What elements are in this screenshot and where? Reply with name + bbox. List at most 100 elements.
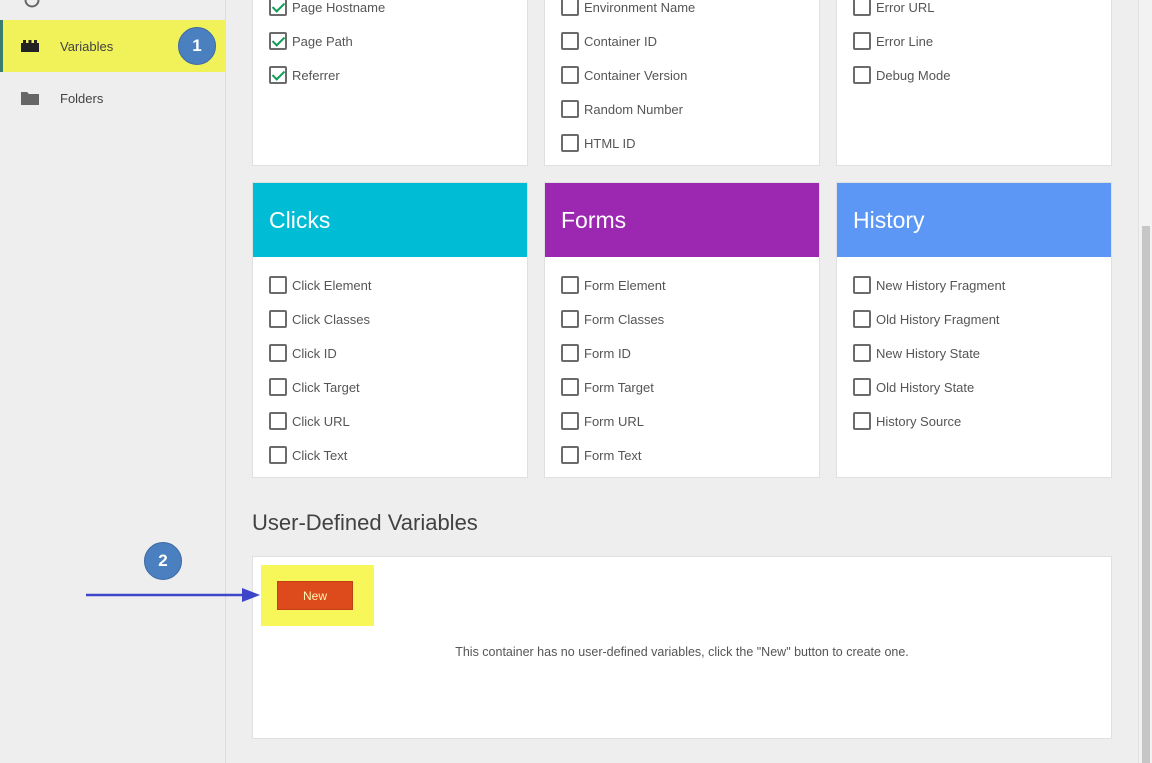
checkbox[interactable] xyxy=(561,0,579,16)
sidebar-item-label: Variables xyxy=(60,38,114,54)
card-page-variables: Page Hostname Page Path Referrer xyxy=(252,0,528,166)
checkbox-row[interactable]: Error URL xyxy=(853,0,935,17)
checkbox[interactable] xyxy=(561,446,579,464)
checkbox-label: Form URL xyxy=(584,413,644,429)
checkbox-label: Error URL xyxy=(876,0,935,15)
checkbox[interactable] xyxy=(561,100,579,118)
checkbox-label: Page Hostname xyxy=(292,0,386,15)
checkbox-label: Debug Mode xyxy=(876,67,951,83)
checkbox-label: Click Classes xyxy=(292,311,371,327)
checkbox-row[interactable]: Old History State xyxy=(853,377,974,397)
checkbox-row[interactable]: Form Target xyxy=(561,377,654,397)
checkbox-label: HTML ID xyxy=(584,135,636,151)
checkbox[interactable] xyxy=(853,344,871,362)
checkbox[interactable] xyxy=(561,412,579,430)
checkbox[interactable] xyxy=(269,310,287,328)
checkbox-row[interactable]: Click Classes xyxy=(269,309,370,329)
card-history: History New History Fragment Old History… xyxy=(836,182,1112,478)
checkbox-row[interactable]: Click ID xyxy=(269,343,337,363)
checkbox[interactable] xyxy=(269,446,287,464)
checkbox[interactable] xyxy=(561,310,579,328)
new-variable-button[interactable]: New xyxy=(277,581,353,610)
checkbox-row[interactable]: Click Target xyxy=(269,377,360,397)
checkbox-label: Form Text xyxy=(584,447,642,463)
checkbox[interactable] xyxy=(853,378,871,396)
checkbox-label: Container Version xyxy=(584,67,688,83)
checkbox[interactable] xyxy=(853,276,871,294)
checkbox-label: Random Number xyxy=(584,101,683,117)
checkbox[interactable] xyxy=(561,134,579,152)
checkbox[interactable] xyxy=(561,276,579,294)
checkbox[interactable] xyxy=(853,66,871,84)
clock-icon xyxy=(24,0,40,8)
checkbox[interactable] xyxy=(561,378,579,396)
checkbox[interactable] xyxy=(853,310,871,328)
checkbox-row[interactable]: Debug Mode xyxy=(853,65,950,85)
checkbox[interactable] xyxy=(269,378,287,396)
checkbox-label: Referrer xyxy=(292,67,340,83)
checkbox-label: Form Target xyxy=(584,379,654,395)
checkbox-row[interactable]: Form Element xyxy=(561,275,666,295)
checkbox-row[interactable]: Referrer xyxy=(269,65,340,85)
checkbox-label: Form Element xyxy=(584,277,666,293)
checkbox-row[interactable]: Page Hostname xyxy=(269,0,385,17)
checkbox[interactable] xyxy=(269,412,287,430)
checkbox-label: Click Element xyxy=(292,277,372,293)
checkbox[interactable] xyxy=(269,0,287,16)
checkbox-row[interactable]: Form ID xyxy=(561,343,631,363)
checkbox-label: Click URL xyxy=(292,413,350,429)
checkbox-row[interactable]: Container Version xyxy=(561,65,687,85)
card-errors-variables: Error URL Error Line Debug Mode xyxy=(836,0,1112,166)
checkbox[interactable] xyxy=(561,344,579,362)
folder-icon xyxy=(21,92,39,105)
checkbox-label: New History Fragment xyxy=(876,277,1006,293)
checkbox-label: Error Line xyxy=(876,33,934,49)
empty-state-message: This container has no user-defined varia… xyxy=(455,645,909,659)
checkbox[interactable] xyxy=(561,32,579,50)
vertical-scrollbar[interactable] xyxy=(1138,0,1152,763)
checkbox-row[interactable]: Container ID xyxy=(561,31,657,51)
checkbox-label: Click Text xyxy=(292,447,348,463)
lego-brick-icon xyxy=(21,40,39,52)
checkbox-row[interactable]: Click Element xyxy=(269,275,371,295)
checkbox-row[interactable]: New History Fragment xyxy=(853,275,1005,295)
checkbox[interactable] xyxy=(561,66,579,84)
arrow-right-icon xyxy=(86,588,260,602)
checkbox-row[interactable]: Old History Fragment xyxy=(853,309,1000,329)
checkbox[interactable] xyxy=(269,344,287,362)
card-utilities-variables: Environment Name Container ID Container … xyxy=(544,0,820,166)
checkbox-row[interactable]: HTML ID xyxy=(561,133,636,153)
card-header-forms: Forms xyxy=(545,183,819,257)
checkbox[interactable] xyxy=(853,412,871,430)
checkbox-row[interactable]: Page Path xyxy=(269,31,353,51)
checkbox-label: Click ID xyxy=(292,345,337,361)
checkbox-row[interactable]: History Source xyxy=(853,411,961,431)
checkbox[interactable] xyxy=(269,32,287,50)
card-header-clicks: Clicks xyxy=(253,183,527,257)
checkbox-label: Old History State xyxy=(876,379,975,395)
checkbox-row[interactable]: Click URL xyxy=(269,411,350,431)
checkbox[interactable] xyxy=(269,276,287,294)
checkbox[interactable] xyxy=(853,0,871,16)
checkbox-row[interactable]: Form Text xyxy=(561,445,642,465)
checkbox-row[interactable]: Click Text xyxy=(269,445,347,465)
checkbox[interactable] xyxy=(853,32,871,50)
checkbox-label: Page Path xyxy=(292,33,353,49)
checkbox-label: Container ID xyxy=(584,33,657,49)
checkbox-row[interactable]: New History State xyxy=(853,343,980,363)
checkbox-label: New History State xyxy=(876,345,981,361)
section-title-user-defined: User-Defined Variables xyxy=(252,510,478,535)
checkbox[interactable] xyxy=(269,66,287,84)
step-badge-1: 1 xyxy=(178,27,216,65)
checkbox-row[interactable]: Random Number xyxy=(561,99,683,119)
checkbox-label: Click Target xyxy=(292,379,360,395)
checkbox-row[interactable]: Form URL xyxy=(561,411,644,431)
scrollbar-thumb[interactable] xyxy=(1142,226,1150,763)
checkbox-label: Form Classes xyxy=(584,311,665,327)
sidebar: Variables Folders xyxy=(0,0,226,763)
checkbox-row[interactable]: Environment Name xyxy=(561,0,695,17)
checkbox-row[interactable]: Error Line xyxy=(853,31,933,51)
sidebar-item-folders[interactable]: Folders xyxy=(0,72,226,124)
checkbox-label: Old History Fragment xyxy=(876,311,1000,327)
checkbox-row[interactable]: Form Classes xyxy=(561,309,664,329)
